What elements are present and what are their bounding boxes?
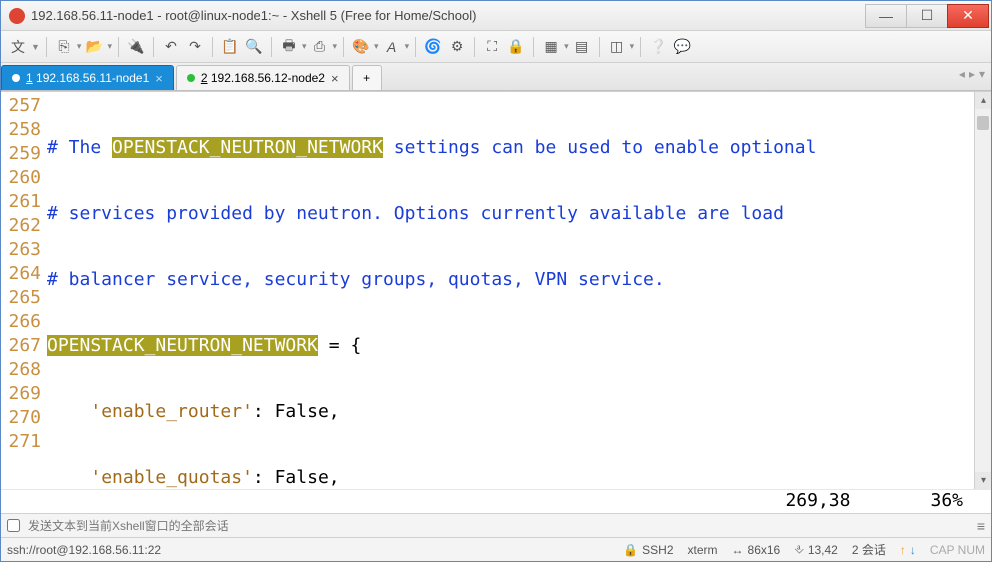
cursor-position: 269,38 <box>785 490 850 513</box>
broadcast-checkbox[interactable] <box>7 519 20 532</box>
window-title: 192.168.56.11-node1 - root@linux-node1:~… <box>31 8 866 23</box>
properties-button[interactable]: ⎙ <box>309 36 331 58</box>
tab-close-icon[interactable]: × <box>155 71 163 86</box>
close-button[interactable]: ✕ <box>947 4 989 28</box>
broadcast-bar: 发送文本到当前Xshell窗口的全部会话 ≡ <box>1 513 991 537</box>
tab-status-icon <box>187 74 195 82</box>
download-icon[interactable]: ↓ <box>910 543 916 557</box>
copy-button[interactable]: 📋 <box>219 36 241 58</box>
tab-next-icon[interactable]: ▸ <box>969 67 975 81</box>
scroll-down-icon[interactable]: ▾ <box>975 472 991 489</box>
open-button[interactable]: 📂 <box>83 36 105 58</box>
broadcast-label: 发送文本到当前Xshell窗口的全部会话 <box>28 517 229 534</box>
gear-button[interactable]: ⚙ <box>446 36 468 58</box>
tab-prev-icon[interactable]: ◂ <box>959 67 965 81</box>
script-button[interactable]: 文 <box>7 36 29 58</box>
scroll-up-icon[interactable]: ▴ <box>975 92 991 109</box>
refresh-button[interactable]: 🌀 <box>422 36 444 58</box>
scroll-thumb[interactable] <box>977 116 989 130</box>
minimize-button[interactable]: — <box>865 4 907 28</box>
session-count: 2 会话 <box>852 541 886 558</box>
terminal-size: ↔ 86x16 <box>732 543 781 557</box>
line-number-gutter: 257258259 260261262 263264265 266267268 … <box>1 92 47 489</box>
app-icon <box>9 8 25 24</box>
tab-close-icon[interactable]: × <box>331 71 339 86</box>
fullscreen-button[interactable]: ⛶ <box>481 36 503 58</box>
toolbar: 文▼ ⎘▾ 📂▾ 🔌 ↶ ↷ 📋 🔍 🖶▾ ⎙▾ 🎨▾ A▾ 🌀 ⚙ ⛶ 🔒 ▦… <box>1 31 991 63</box>
vim-statusline: 269,38 36% <box>1 489 991 513</box>
font-button[interactable]: A <box>381 36 403 58</box>
protocol-status: 🔒 SSH2 <box>623 543 673 557</box>
chat-button[interactable]: 💬 <box>671 36 693 58</box>
vertical-scrollbar[interactable]: ▴ ▾ <box>974 92 991 489</box>
find-button[interactable]: 🔍 <box>243 36 265 58</box>
upload-icon[interactable]: ↑ <box>900 543 906 557</box>
tab-node2[interactable]: 2 192.168.56.12-node2 × <box>176 65 350 90</box>
print-button[interactable]: 🖶 <box>278 36 300 58</box>
tab-list-icon[interactable]: ▾ <box>979 67 985 81</box>
grid1-button[interactable]: ▦ <box>540 36 562 58</box>
maximize-button[interactable]: ☐ <box>906 4 948 28</box>
new-session-button[interactable]: ⎘ <box>53 36 75 58</box>
help-button[interactable]: ❔ <box>647 36 669 58</box>
title-bar[interactable]: 192.168.56.11-node1 - root@linux-node1:~… <box>1 1 991 31</box>
undo-button[interactable]: ↶ <box>160 36 182 58</box>
tile-button[interactable]: ◫ <box>606 36 628 58</box>
grid2-button[interactable]: ▤ <box>571 36 593 58</box>
redo-button[interactable]: ↷ <box>184 36 206 58</box>
tab-bar: 1 192.168.56.11-node1 × 2 192.168.56.12-… <box>1 63 991 91</box>
capslock-numlock: CAP NUM <box>930 543 985 557</box>
terminal-type: xterm <box>688 543 718 557</box>
scroll-percent: 36% <box>930 490 963 513</box>
tab-status-icon <box>12 74 20 82</box>
tab-add-button[interactable]: + <box>352 65 382 90</box>
tab-node1[interactable]: 1 192.168.56.11-node1 × <box>1 65 174 90</box>
reconnect-button[interactable]: 🔌 <box>125 36 147 58</box>
color-button[interactable]: 🎨 <box>350 36 372 58</box>
broadcast-menu-icon[interactable]: ≡ <box>977 518 985 534</box>
cursor-rowcol: ⎀ 13,42 <box>794 542 838 557</box>
status-bar: ssh://root@192.168.56.11:22 🔒 SSH2 xterm… <box>1 537 991 561</box>
connection-string: ssh://root@192.168.56.11:22 <box>7 543 609 557</box>
terminal-editor[interactable]: # The OPENSTACK_NEUTRON_NETWORK settings… <box>47 92 974 489</box>
lock-button[interactable]: 🔒 <box>505 36 527 58</box>
